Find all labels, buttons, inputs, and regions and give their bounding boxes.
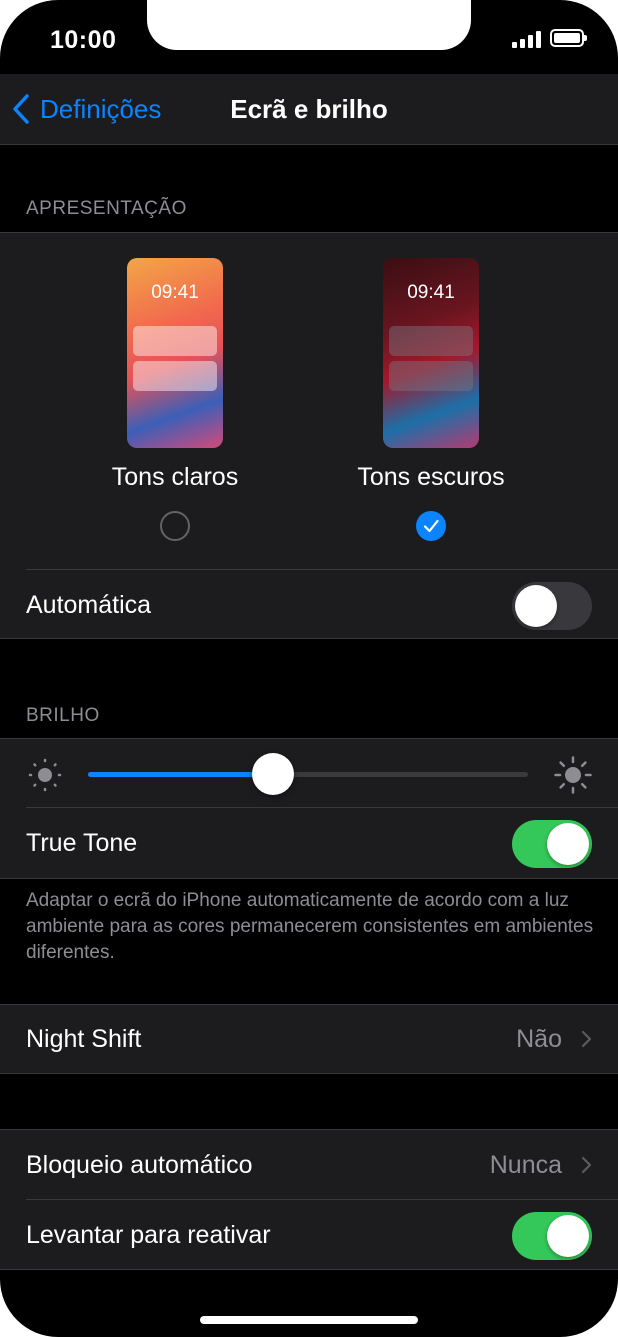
true-tone-toggle[interactable] bbox=[512, 820, 592, 868]
toggle-knob bbox=[547, 823, 589, 865]
auto-lock-row[interactable]: Bloqueio automático Nunca bbox=[0, 1130, 618, 1200]
night-shift-row[interactable]: Night Shift Não bbox=[0, 1005, 618, 1073]
night-shift-value: Não bbox=[516, 1025, 562, 1053]
dark-mode-radio[interactable] bbox=[416, 511, 446, 541]
brightness-slider-thumb[interactable] bbox=[251, 753, 294, 795]
automatic-row: Automática bbox=[0, 570, 618, 640]
dark-preview-card bbox=[389, 361, 473, 391]
toggle-knob bbox=[515, 585, 557, 627]
dark-preview-card bbox=[389, 326, 473, 356]
checkmark-icon bbox=[423, 519, 439, 533]
light-mode-preview[interactable]: 09:41 bbox=[127, 258, 223, 448]
home-indicator[interactable] bbox=[200, 1316, 418, 1324]
true-tone-label: True Tone bbox=[26, 829, 138, 857]
brightness-slider[interactable] bbox=[88, 753, 528, 795]
auto-lock-value: Nunca bbox=[489, 1151, 562, 1179]
appearance-group: 09:41 09:41 Tons claros Tons escuros Aut… bbox=[0, 232, 618, 639]
signal-icon bbox=[512, 31, 542, 48]
raise-to-wake-toggle[interactable] bbox=[512, 1212, 592, 1260]
sun-small-icon bbox=[28, 758, 62, 792]
chevron-right-icon bbox=[581, 1156, 592, 1174]
raise-to-wake-label: Levantar para reativar bbox=[26, 1221, 271, 1249]
raise-to-wake-row: Levantar para reativar bbox=[0, 1200, 618, 1270]
automatic-label: Automática bbox=[26, 591, 152, 619]
night-shift-group: Night Shift Não bbox=[0, 1004, 618, 1074]
brightness-section-header: BRILHO bbox=[26, 705, 100, 726]
light-preview-card bbox=[133, 326, 217, 356]
light-mode-radio[interactable] bbox=[160, 511, 190, 541]
status-time: 10:00 bbox=[50, 26, 117, 54]
navigation-bar: Definições Ecrã e brilho bbox=[0, 74, 618, 145]
dark-mode-preview[interactable]: 09:41 bbox=[383, 258, 479, 448]
lock-group: Bloqueio automático Nunca Levantar para … bbox=[0, 1129, 618, 1270]
chevron-right-icon bbox=[581, 1030, 592, 1048]
brightness-slider-fill bbox=[88, 772, 273, 777]
toggle-knob bbox=[547, 1215, 589, 1257]
true-tone-description: Adaptar o ecrã do iPhone automaticamente… bbox=[26, 890, 594, 963]
dark-mode-label: Tons escuros bbox=[357, 463, 505, 491]
battery-icon bbox=[550, 29, 587, 47]
light-preview-card bbox=[133, 361, 217, 391]
auto-lock-label: Bloqueio automático bbox=[26, 1151, 253, 1179]
appearance-section-header: APRESENTAÇÃO bbox=[26, 198, 187, 219]
light-mode-label: Tons claros bbox=[111, 463, 239, 491]
notch bbox=[147, 0, 471, 50]
automatic-toggle[interactable] bbox=[512, 582, 592, 630]
true-tone-row: True Tone bbox=[0, 808, 618, 878]
sun-large-icon bbox=[554, 756, 592, 794]
page-title: Ecrã e brilho bbox=[230, 94, 388, 124]
phone-screen: 10:00 Definições Ecrã e brilho APRESENTA… bbox=[0, 0, 618, 1337]
dark-preview-time: 09:41 bbox=[407, 282, 455, 303]
light-preview-time: 09:41 bbox=[151, 282, 199, 303]
night-shift-label: Night Shift bbox=[26, 1025, 142, 1053]
